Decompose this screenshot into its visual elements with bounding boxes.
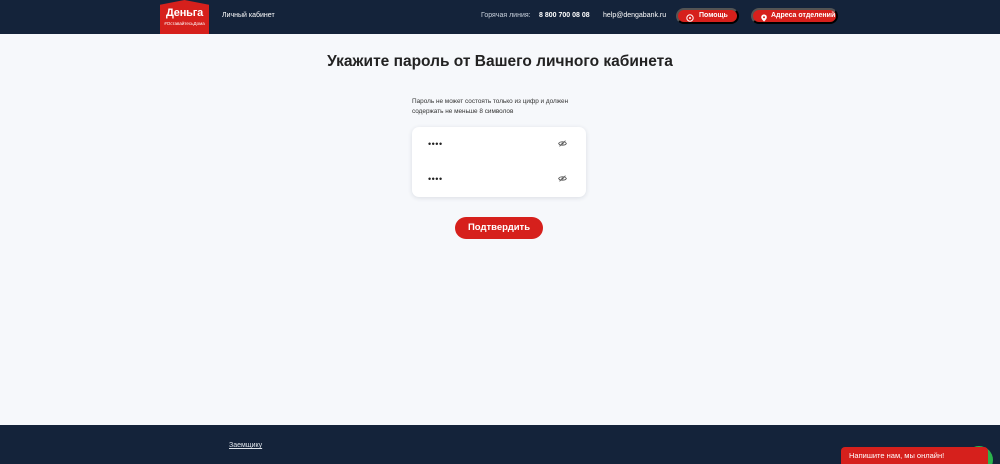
password-hint: Пароль не может состоять только из цифр … [412,98,569,115]
hotline-label: Горячая линия: [481,12,531,19]
help-button[interactable]: Помощь [676,8,739,24]
email-link[interactable]: help@dengabank.ru [603,11,666,21]
logo-brand: Деньга [166,7,203,19]
map-pin-icon [761,14,767,22]
chat-widget-button[interactable]: Напишите нам, мы онлайн! [841,447,988,464]
eye-hidden-icon[interactable] [558,175,567,182]
password-field[interactable]: •••• [428,139,443,149]
eye-hidden-icon[interactable] [558,140,567,147]
cabinet-link[interactable]: Личный кабинет [222,11,275,21]
addresses-button[interactable]: Адреса отделений [751,8,838,24]
phone-link[interactable]: 8 800 700 08 08 [539,11,590,21]
logo[interactable]: Деньга #ОставайтесьДома [160,0,209,34]
logo-tagline: #ОставайтесьДома [164,21,205,26]
submit-button[interactable]: Подтвердить [455,217,543,239]
help-circle-icon [686,14,694,22]
addresses-button-label: Адреса отделений [771,12,836,19]
footer-link-borrower[interactable]: Заемщику [229,441,262,451]
top-header: Деньга #ОставайтесьДома Личный кабинет Г… [0,0,1000,34]
help-button-label: Помощь [699,12,728,19]
password-card: •••• •••• [412,127,586,197]
password-confirm-field[interactable]: •••• [428,174,443,184]
page-title: Укажите пароль от Вашего личного кабинет… [327,53,673,70]
